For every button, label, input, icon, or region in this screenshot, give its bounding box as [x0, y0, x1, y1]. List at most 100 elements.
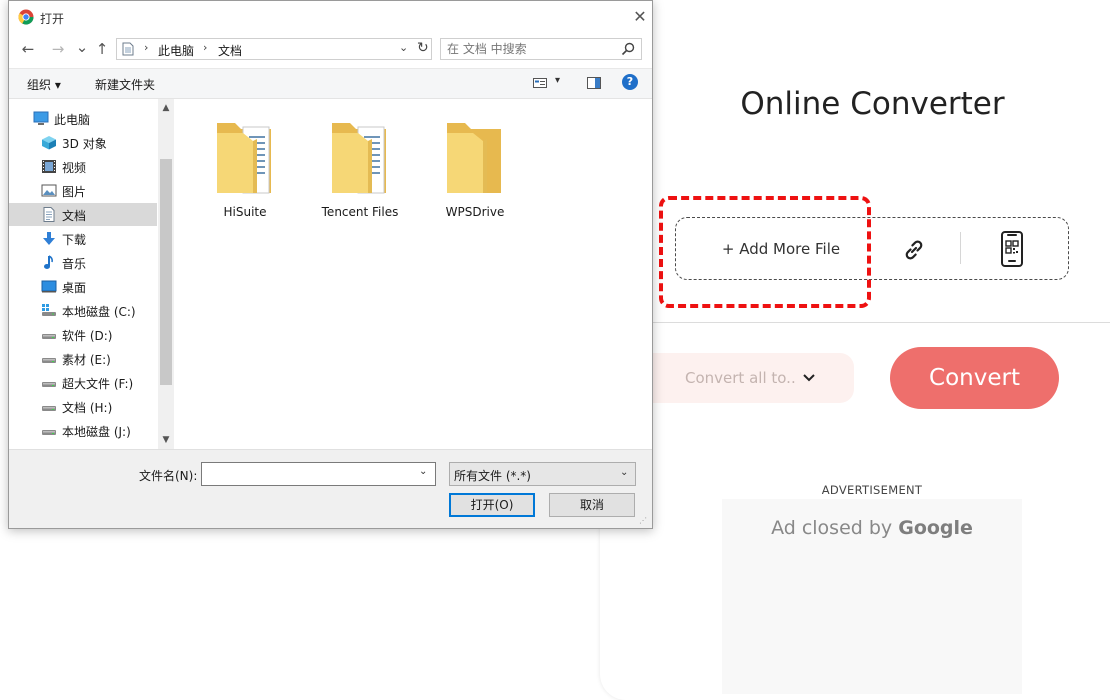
convert-all-select[interactable]: Convert all to.. [650, 353, 854, 403]
sidebar-item-label: 素材 (E:) [62, 353, 111, 367]
system-drive-icon [42, 304, 56, 316]
drive-icon [42, 406, 56, 411]
sidebar-item-documents[interactable]: 文档 [9, 203, 157, 226]
music-icon [44, 255, 53, 269]
breadcrumb-this-pc[interactable]: 此电脑 [158, 42, 194, 59]
open-button[interactable]: 打开(O) [449, 493, 535, 517]
page-title: Online Converter [740, 86, 1005, 122]
link-icon[interactable] [897, 235, 931, 265]
file-name: WPSDrive [445, 205, 505, 219]
sidebar-item-drive-f[interactable]: 超大文件 (F:) [9, 371, 157, 394]
preview-pane-icon[interactable] [587, 77, 601, 89]
qr-phone-icon[interactable] [996, 229, 1028, 269]
drive-icon [42, 382, 56, 387]
add-more-file-button[interactable]: + Add More File [675, 217, 887, 280]
refresh-icon[interactable]: ↻ [417, 40, 429, 56]
drive-icon [42, 334, 56, 339]
download-icon [43, 232, 55, 245]
drive-icon [42, 358, 56, 363]
breadcrumb-separator: › [203, 41, 208, 54]
sidebar-item-pictures[interactable]: 图片 [9, 179, 157, 202]
document-location-icon [122, 42, 134, 56]
drive-icon [42, 430, 56, 435]
address-dropdown-icon[interactable]: ⌄ [399, 41, 408, 54]
dialog-title: 打开 [40, 12, 65, 26]
view-mode-icon[interactable] [533, 77, 547, 89]
sidebar-item-label: 文档 [62, 209, 87, 223]
navigation-pane: 此电脑 3D 对象 视频 图片 文档 下载 音乐 桌面 本地磁盘 (C:) 软件… [9, 99, 157, 449]
organize-menu[interactable]: 组织 ▾ [27, 76, 61, 93]
ad-closed-text: Ad closed by Google [722, 517, 1022, 539]
sidebar-item-label: 此电脑 [54, 113, 91, 127]
cube-3d-icon [42, 136, 56, 150]
file-type-select[interactable]: 所有文件 (*.*) ⌄ [449, 462, 636, 486]
sidebar-item-label: 视频 [62, 161, 87, 175]
sidebar-item-downloads[interactable]: 下载 [9, 227, 157, 250]
file-type-value: 所有文件 (*.*) [454, 469, 531, 483]
sidebar-item-label: 本地磁盘 (J:) [62, 425, 131, 439]
folder-with-docs-icon [217, 123, 271, 194]
breadcrumb-separator: › [144, 41, 149, 54]
filename-combobox[interactable]: ⌄ [201, 462, 436, 486]
help-icon[interactable]: ? [622, 74, 638, 90]
upload-divider [960, 232, 961, 264]
sidebar-item-desktop[interactable]: 桌面 [9, 275, 157, 298]
forward-arrow-icon[interactable]: → [49, 39, 67, 59]
recent-locations-icon[interactable]: ⌄ [73, 37, 91, 57]
sidebar-item-label: 本地磁盘 (C:) [62, 305, 136, 319]
file-open-dialog: 打开 ✕ ← → ⌄ ↑ › 此电脑 › 文档 ⌄ ↻ 组织 ▾ 新建文件夹 ▾ [8, 0, 653, 529]
sidebar-item-label: 软件 (D:) [62, 329, 113, 343]
sidebar-item-videos[interactable]: 视频 [9, 155, 157, 178]
sidebar-item-label: 图片 [62, 185, 87, 199]
search-box[interactable] [440, 38, 642, 60]
scroll-down-icon[interactable]: ▼ [158, 433, 174, 447]
resize-grip-icon[interactable]: ⋰ [639, 516, 647, 525]
view-dropdown-icon[interactable]: ▾ [555, 75, 560, 86]
sidebar-item-drive-j[interactable]: 本地磁盘 (J:) [9, 419, 157, 442]
folder-with-docs-icon [332, 123, 386, 194]
new-folder-button[interactable]: 新建文件夹 [95, 76, 155, 93]
filename-input[interactable] [206, 466, 411, 482]
folder-item-hisuite[interactable]: HiSuite [200, 117, 290, 222]
ad-closed-label: Ad closed by [771, 517, 893, 539]
search-icon[interactable] [621, 42, 635, 56]
sidebar-item-label: 3D 对象 [62, 137, 107, 151]
file-name: Tencent Files [321, 205, 399, 219]
command-bar: 组织 ▾ 新建文件夹 ▾ ? [9, 68, 652, 99]
cancel-button[interactable]: 取消 [549, 493, 635, 517]
chevron-down-icon: ⌄ [620, 467, 629, 478]
back-arrow-icon[interactable]: ← [19, 39, 37, 59]
convert-button[interactable]: Convert [890, 347, 1059, 409]
google-logo-text: Google [898, 517, 973, 539]
sidebar-item-drive-h[interactable]: 文档 (H:) [9, 395, 157, 418]
address-bar[interactable]: › 此电脑 › 文档 ⌄ ↻ [116, 38, 432, 60]
search-input[interactable] [447, 41, 617, 57]
folder-item-tencent-files[interactable]: Tencent Files [315, 117, 405, 222]
document-icon [43, 207, 55, 222]
up-folder-icon[interactable]: ↑ [93, 39, 111, 59]
sidebar-item-label: 音乐 [62, 257, 87, 271]
sidebar-item-drive-d[interactable]: 软件 (D:) [9, 323, 157, 346]
sidebar-item-this-pc[interactable]: 此电脑 [9, 107, 157, 130]
sidebar-item-3d-objects[interactable]: 3D 对象 [9, 131, 157, 154]
sidebar-item-music[interactable]: 音乐 [9, 251, 157, 274]
close-icon[interactable]: ✕ [631, 8, 649, 26]
sidebar-item-drive-c[interactable]: 本地磁盘 (C:) [9, 299, 157, 322]
dialog-footer: 文件名(N): ⌄ 所有文件 (*.*) ⌄ 打开(O) 取消 ⋰ [9, 449, 652, 528]
nav-scrollbar[interactable]: ▲ ▼ [158, 99, 174, 449]
desktop-icon [41, 280, 57, 293]
breadcrumb-documents[interactable]: 文档 [218, 42, 242, 59]
chrome-icon [18, 9, 34, 25]
filename-dropdown-icon[interactable]: ⌄ [419, 466, 427, 477]
folder-item-wpsdrive[interactable]: WPSDrive [430, 117, 520, 222]
picture-icon [41, 184, 57, 197]
scroll-thumb[interactable] [160, 159, 172, 385]
folder-icon [447, 123, 501, 193]
dialog-titlebar: 打开 ✕ [9, 1, 652, 35]
file-list: HiSuite Tencent Files WPSDrive [175, 99, 652, 449]
scroll-up-icon[interactable]: ▲ [158, 101, 174, 115]
advertisement-label: ADVERTISEMENT [821, 483, 923, 497]
convert-all-label: Convert all to.. [685, 369, 796, 387]
sidebar-item-drive-e[interactable]: 素材 (E:) [9, 347, 157, 370]
page-divider [653, 322, 1110, 323]
